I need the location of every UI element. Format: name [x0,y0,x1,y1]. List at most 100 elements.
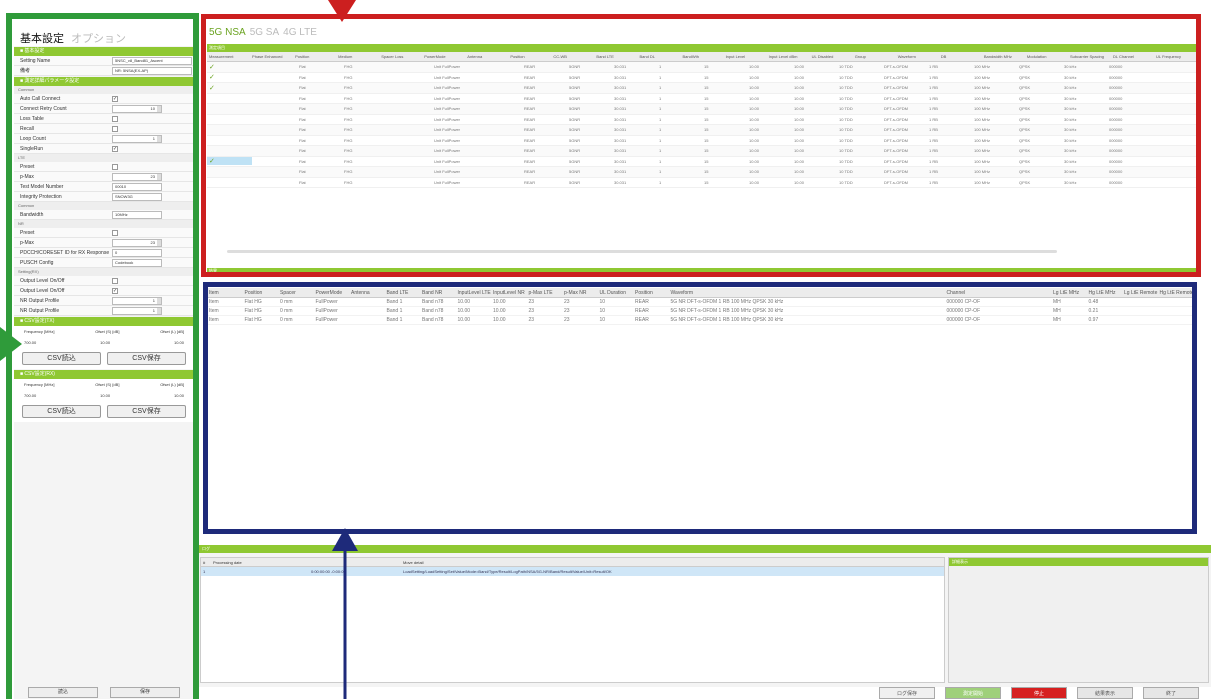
show-results-button[interactable]: 結果表示 [1077,687,1133,699]
column-header[interactable]: DL Channel [1111,54,1154,59]
result-column-header[interactable]: Spacer [278,290,314,296]
param-field[interactable]: 0 [112,249,162,257]
table-row[interactable]: ✓FlatFHGUnit FullPowerREAR5GNR30.0311151… [207,157,1197,168]
column-header[interactable]: Input Level [724,54,767,59]
tab-5g-nsa[interactable]: 5G NSA [209,27,246,38]
table-row[interactable]: FlatFHGUnit FullPowerREAR5GNR30.03111510… [207,94,1197,105]
param-field[interactable]: 00010 [112,183,162,191]
table-row[interactable]: ✓FlatFHGUnit FullPowerREAR5GNR30.0311151… [207,62,1197,73]
param-stepper[interactable]: 1 [112,297,162,305]
save-button[interactable]: 保存 [110,687,180,698]
tx-value-offset-s[interactable]: 10.00 [100,340,110,345]
column-header[interactable]: UL Frequency [1154,54,1197,59]
setting-name-input[interactable]: 5NSC_v8_Band81_Ascent [112,57,192,65]
column-header[interactable]: Subcarrier Spacing [1068,54,1111,59]
rx-csv-load-button[interactable]: CSV読込 [22,405,101,418]
column-header[interactable]: Antenna [465,54,508,59]
rx-value-frequency[interactable]: 700.00 [24,393,36,398]
result-row[interactable]: ItemFlat HG0 mmFullPowerBand 1Band n7810… [207,298,1193,307]
result-row[interactable]: ItemFlat HG0 mmFullPowerBand 1Band n7810… [207,307,1193,316]
result-column-header[interactable]: Position [243,290,279,296]
param-checkbox[interactable] [112,230,118,236]
column-header[interactable]: Band DL [637,54,680,59]
rx-csv-save-button[interactable]: CSV保存 [107,405,186,418]
measurement-checkbox[interactable]: ✓ [207,63,252,71]
param-stepper[interactable]: 23 [112,173,162,181]
exit-button[interactable]: 終了 [1143,687,1199,699]
measurement-checkbox[interactable]: ✓ [207,84,252,92]
table-row[interactable]: FlatFHGUnit FullPowerREAR5GNR30.03111510… [207,146,1197,157]
table-row[interactable]: FlatFHGUnit FullPowerREAR5GNR30.03111510… [207,125,1197,136]
param-checkbox[interactable] [112,126,118,132]
param-checkbox[interactable]: ✓ [112,96,118,102]
column-header[interactable]: CC-WB [551,54,594,59]
result-column-header[interactable]: Lg LtE Remote [1122,290,1158,296]
tx-csv-save-button[interactable]: CSV保存 [107,352,186,365]
horizontal-scrollbar[interactable] [227,250,1057,253]
result-column-header[interactable]: Channel [945,290,981,296]
start-measurement-button[interactable]: 測定開始 [945,687,1001,699]
column-header[interactable]: Input Level dBm [767,54,810,59]
result-column-header[interactable]: InputLevel NR [491,290,527,296]
column-header[interactable]: DB [939,54,982,59]
param-checkbox[interactable] [112,278,118,284]
result-column-header[interactable]: p-Max NR [562,290,598,296]
param-stepper[interactable]: 10 [112,105,162,113]
column-header[interactable]: BandWth [681,54,724,59]
load-button[interactable]: 読込 [28,687,98,698]
column-header[interactable]: Band LTE [594,54,637,59]
table-row[interactable]: ✓FlatFHGUnit FullPowerREAR5GNR30.0311151… [207,83,1197,94]
tab-4g-lte[interactable]: 4G LTE [283,27,317,38]
result-column-header[interactable]: Lg LtE MHz [1051,290,1087,296]
column-header[interactable]: Bandwidth MHz [982,54,1025,59]
measurement-checkbox[interactable]: ✓ [207,157,252,165]
rx-value-offset-l[interactable]: 10.00 [174,393,184,398]
table-row[interactable]: FlatFHGUnit FullPowerREAR5GNR30.03111510… [207,167,1197,178]
table-row[interactable]: FlatFHGUnit FullPowerREAR5GNR30.03111510… [207,115,1197,126]
column-header[interactable]: Position [508,54,551,59]
tab-basic-settings[interactable]: 基本設定 [18,30,66,46]
stop-button[interactable]: 停止 [1011,687,1067,699]
table-row[interactable]: FlatFHGUnit FullPowerREAR5GNR30.03111510… [207,178,1197,189]
result-column-header[interactable]: Hg LtE MHz [1087,290,1123,296]
param-field[interactable]: Codebook [112,259,162,267]
column-header[interactable]: Measurement [207,54,250,59]
param-checkbox[interactable] [112,116,118,122]
param-stepper[interactable]: 1 [112,135,162,143]
param-field[interactable]: SNOW3G [112,193,162,201]
result-column-header[interactable]: Position [633,290,669,296]
param-field[interactable]: 10MHz [112,211,162,219]
result-column-header[interactable]: p-Max LTE [527,290,563,296]
result-column-header[interactable]: Band LTE [385,290,421,296]
result-column-header[interactable]: UL Duration [598,290,634,296]
column-header[interactable]: Phase Enhanced [250,54,293,59]
param-checkbox[interactable]: ✓ [112,146,118,152]
result-column-header[interactable]: Band NR [420,290,456,296]
measurement-checkbox[interactable]: ✓ [207,73,252,81]
param-checkbox[interactable] [112,164,118,170]
column-header[interactable]: Medium [336,54,379,59]
result-column-header[interactable]: Hg LtE Remote [1158,290,1194,296]
column-header[interactable]: Waveform [896,54,939,59]
column-header[interactable]: Modulation [1025,54,1068,59]
table-row[interactable]: FlatFHGUnit FullPowerREAR5GNR30.03111510… [207,136,1197,147]
tab-5g-sa[interactable]: 5G SA [250,27,279,38]
tx-csv-load-button[interactable]: CSV読込 [22,352,101,365]
table-row[interactable]: ✓FlatFHGUnit FullPowerREAR5GNR30.0311151… [207,73,1197,84]
table-row[interactable]: FlatFHGUnit FullPowerREAR5GNR30.03111510… [207,104,1197,115]
tx-value-frequency[interactable]: 700.00 [24,340,36,345]
save-log-button[interactable]: ログ保存 [879,687,935,699]
result-row[interactable]: ItemFlat HG0 mmFullPowerBand 1Band n7810… [207,316,1193,325]
column-header[interactable]: UL Disabled [810,54,853,59]
tab-options[interactable]: オプション [69,30,128,46]
result-column-header[interactable]: Antenna [349,290,385,296]
log-row[interactable]: 1 0:00:00:00 -0:00:00 LoadSetting/LoadSe… [201,567,944,576]
param-stepper[interactable]: 1 [112,307,162,315]
remarks-input[interactable]: NR: 5NSA(EX-AP) [112,67,192,75]
param-stepper[interactable]: 23 [112,239,162,247]
result-column-header[interactable]: InputLevel LTE [456,290,492,296]
param-checkbox[interactable]: ✓ [112,288,118,294]
column-header[interactable]: Position [293,54,336,59]
result-column-header[interactable]: Waveform [669,290,839,296]
result-column-header[interactable]: Item [207,290,243,296]
